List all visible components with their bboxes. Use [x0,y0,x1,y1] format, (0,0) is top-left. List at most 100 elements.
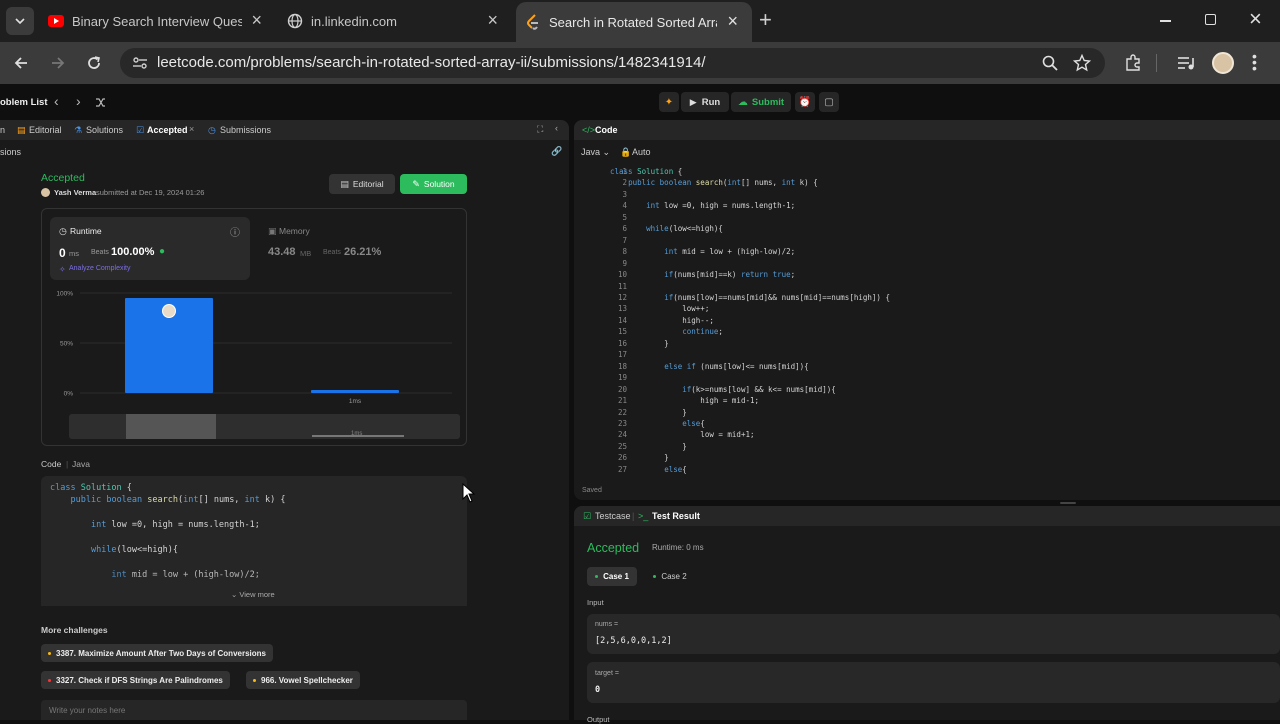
memory-card[interactable]: ▣ Memory 43.48 MB Beats 26.21% [260,217,460,280]
restore-icon[interactable] [1205,14,1216,25]
problem-list-link[interactable]: oblem List [0,97,48,108]
bookmark-star-icon[interactable] [1073,54,1091,72]
submissions-breadcrumb[interactable]: sions [0,147,21,157]
tab-testcase[interactable]: Testcase [595,511,631,521]
new-tab-plus-icon[interactable]: + [759,9,772,31]
code-line: while(low<=high){ [646,224,723,234]
challenge-chip-2[interactable]: 3327. Check if DFS Strings Are Palindrom… [41,671,230,689]
close-tab-icon[interactable]: × [189,124,194,134]
close-tab-icon[interactable]: × [727,12,738,30]
maximize-icon[interactable]: ⛶ [537,124,543,135]
auto-mode-label[interactable]: Auto [632,147,651,157]
tab-title: Search in Rotated Sorted Array [549,14,717,30]
browser-tab-active[interactable]: Search in Rotated Sorted Array × [516,2,752,42]
youtube-icon [48,15,64,27]
code-line: else{ [682,418,705,428]
tab-editorial[interactable]: Editorial [29,125,62,135]
extensions-puzzle-icon[interactable] [1124,54,1142,72]
result-runtime: Runtime: 0 ms [652,543,704,552]
case-2-label: Case 2 [661,572,687,581]
media-control-icon[interactable] [1177,55,1195,71]
submitted-at: submitted at Dec 19, 2024 01:26 [96,188,205,197]
challenge-title: 3387. Maximize Amount After Two Days of … [56,648,266,658]
tab-test-result[interactable]: Test Result [652,511,700,521]
runtime-bar[interactable] [311,390,399,393]
solution-button[interactable]: ✎ Solution [400,174,467,194]
language-select[interactable]: Java ⌄ [581,147,610,158]
label-divider: | [66,459,69,469]
challenge-chip-3[interactable]: 966. Vowel Spellchecker [246,671,360,689]
view-more-link[interactable]: ⌄ View more [231,590,275,599]
analyze-complexity-link[interactable]: Analyze Complexity [69,265,130,272]
code-line: continue; [682,327,723,337]
checkbox-icon: ☑ [583,511,592,521]
url-text[interactable]: leetcode.com/problems/search-in-rotated-… [157,54,706,71]
x-tick-label: 1ms [349,398,362,405]
close-tab-icon[interactable]: × [487,11,498,29]
link-icon[interactable]: 🔗 [551,146,562,157]
y-tick-label: 50% [60,341,73,348]
reload-icon[interactable] [86,55,102,71]
flask-icon: ⚗ [74,125,83,135]
zoom-search-icon[interactable] [1042,55,1058,71]
code-brackets-icon: </> [582,125,596,135]
tab-submissions[interactable]: Submissions [220,125,271,135]
back-arrow-icon[interactable] [13,55,29,71]
code-line: int mid = low + (high-low)/2; [664,247,796,257]
clock-icon: ◷ [59,226,67,236]
notes-button[interactable]: ▢ [819,92,839,112]
runtime-card[interactable]: ◷ Runtime ⓘ 0 ms Beats 100.00% ● ✧ Analy… [50,217,250,280]
difficulty-dot [48,651,51,655]
run-button[interactable]: ▶ Run [681,92,729,112]
close-window-icon[interactable]: × [1249,8,1262,30]
close-tab-icon[interactable]: × [251,11,262,29]
leetcode-top-bar: oblem List ‹ › ✦ ▶ Run ☁ Submit ⏰ ▢ [0,84,1280,120]
timer-button[interactable]: ⏰ [795,92,815,112]
shuffle-icon[interactable] [95,97,106,108]
code-line: } [610,441,687,451]
case-1-tab[interactable]: Case 1 [587,567,637,586]
play-icon: ▶ [689,96,697,107]
debug-button[interactable]: ✦ [659,92,679,112]
your-submission-avatar [162,304,176,318]
tab-solutions[interactable]: Solutions [86,125,123,135]
case-2-tab[interactable]: Case 2 [649,567,691,586]
nums-label: nums = [595,621,619,628]
chevron-down-icon [15,18,25,25]
minimize-icon[interactable] [1160,20,1171,22]
forward-arrow-icon[interactable] [50,55,66,71]
address-bar[interactable]: leetcode.com/problems/search-in-rotated-… [120,48,1105,78]
info-icon[interactable]: ⓘ [230,224,240,239]
chart-range-slider[interactable]: 1ms [69,414,460,439]
collapse-chevron-icon[interactable]: ‹ [555,123,558,133]
browser-tab-youtube[interactable]: Binary Search Interview Questio × [48,7,266,35]
editor-code[interactable]: class Solution { public boolean search(i… [610,166,890,475]
prev-problem-icon[interactable]: ‹ [54,93,59,109]
tab-description[interactable]: n [0,125,5,135]
next-problem-icon[interactable]: › [76,93,81,109]
code-section-label: Code [41,459,62,469]
browser-tab-linkedin[interactable]: in.linkedin.com × [287,7,504,35]
profile-avatar[interactable] [1212,52,1234,74]
submit-button[interactable]: ☁ Submit [731,92,791,112]
target-input-box: target = 0 [587,662,1280,703]
tab-search-button[interactable] [6,7,34,35]
notes-input[interactable]: Write your notes here [41,700,467,720]
sparkle-icon: ✧ [59,265,66,274]
browser-menu-icon[interactable]: • • • [1252,49,1257,75]
memory-beats-value: 26.21% [344,246,382,258]
editorial-button[interactable]: ▤ Editorial [329,174,395,194]
editor-title[interactable]: Code [595,125,618,135]
slider-window[interactable] [126,414,216,439]
panel-resize-handle[interactable] [1060,502,1076,504]
challenge-chip-1[interactable]: 3387. Maximize Amount After Two Days of … [41,644,273,662]
book-icon: ▤ [340,178,349,189]
site-info-icon[interactable] [132,56,148,70]
author-name[interactable]: Yash Verma [54,188,96,197]
editorial-button-label: Editorial [352,179,384,189]
tab-accepted[interactable]: Accepted [147,125,188,135]
